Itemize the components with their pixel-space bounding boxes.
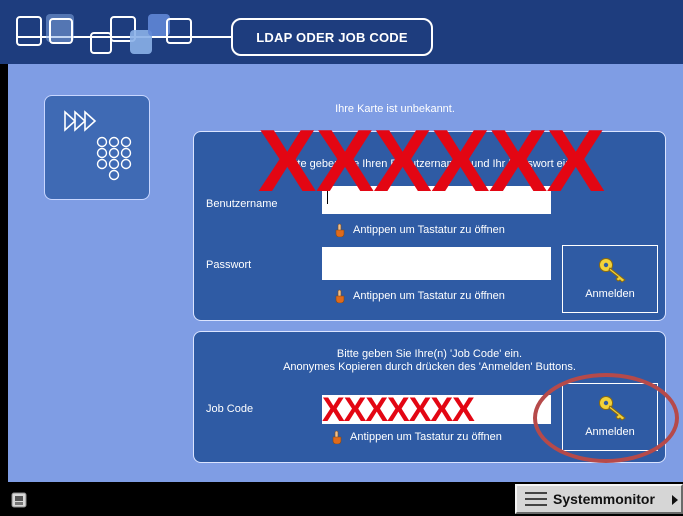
page-title: LDAP ODER JOB CODE [231,18,433,56]
printer-status-icon[interactable] [11,492,27,508]
header-decor-square [166,18,192,44]
password-label: Passwort [206,259,252,271]
menu-lines-icon [525,492,547,508]
header-decor-square [49,18,73,44]
mode-button[interactable] [44,95,150,200]
header-bar: LDAP ODER JOB CODE [0,0,683,64]
username-keyboard-hint[interactable]: Antippen um Tastatur zu öffnen [333,223,505,237]
jobcode-keyboard-hint[interactable]: Antippen um Tastatur zu öffnen [330,430,502,444]
arrow-right-icon [672,495,678,505]
jobcode-hint-text: Antippen um Tastatur zu öffnen [350,431,502,443]
touch-hand-icon [335,223,345,237]
key-icon [599,258,626,283]
status-bar: Systemmonitor [0,482,683,516]
password-field[interactable] [322,247,551,280]
jobcode-value-text: XXXXXXX [322,391,475,429]
jobcode-label: Job Code [206,403,254,415]
touch-hand-icon [335,289,345,303]
header-decor-square [16,16,42,46]
forward-arrows-icon [64,110,97,132]
touch-hand-icon [332,430,342,444]
highlight-oval [533,373,679,463]
username-hint-text: Antippen um Tastatur zu öffnen [353,224,505,236]
system-monitor-label: Systemmonitor [553,491,655,507]
redaction-overlay: XXXXXX [257,111,605,210]
jobcode-instruction-line1: Bitte geben Sie Ihre(n) 'Job Code' ein. [336,348,523,360]
keypad-icon [96,136,132,181]
password-keyboard-hint[interactable]: Antippen um Tastatur zu öffnen [333,289,505,303]
system-monitor-button[interactable]: Systemmonitor [515,484,683,514]
ldap-login-label: Anmelden [585,288,635,300]
jobcode-instruction-line2: Anonymes Kopieren durch drücken des 'Anm… [283,361,576,373]
ldap-login-button[interactable]: Anmelden [562,245,658,313]
password-hint-text: Antippen um Tastatur zu öffnen [353,290,505,302]
header-decor-square [90,32,112,54]
